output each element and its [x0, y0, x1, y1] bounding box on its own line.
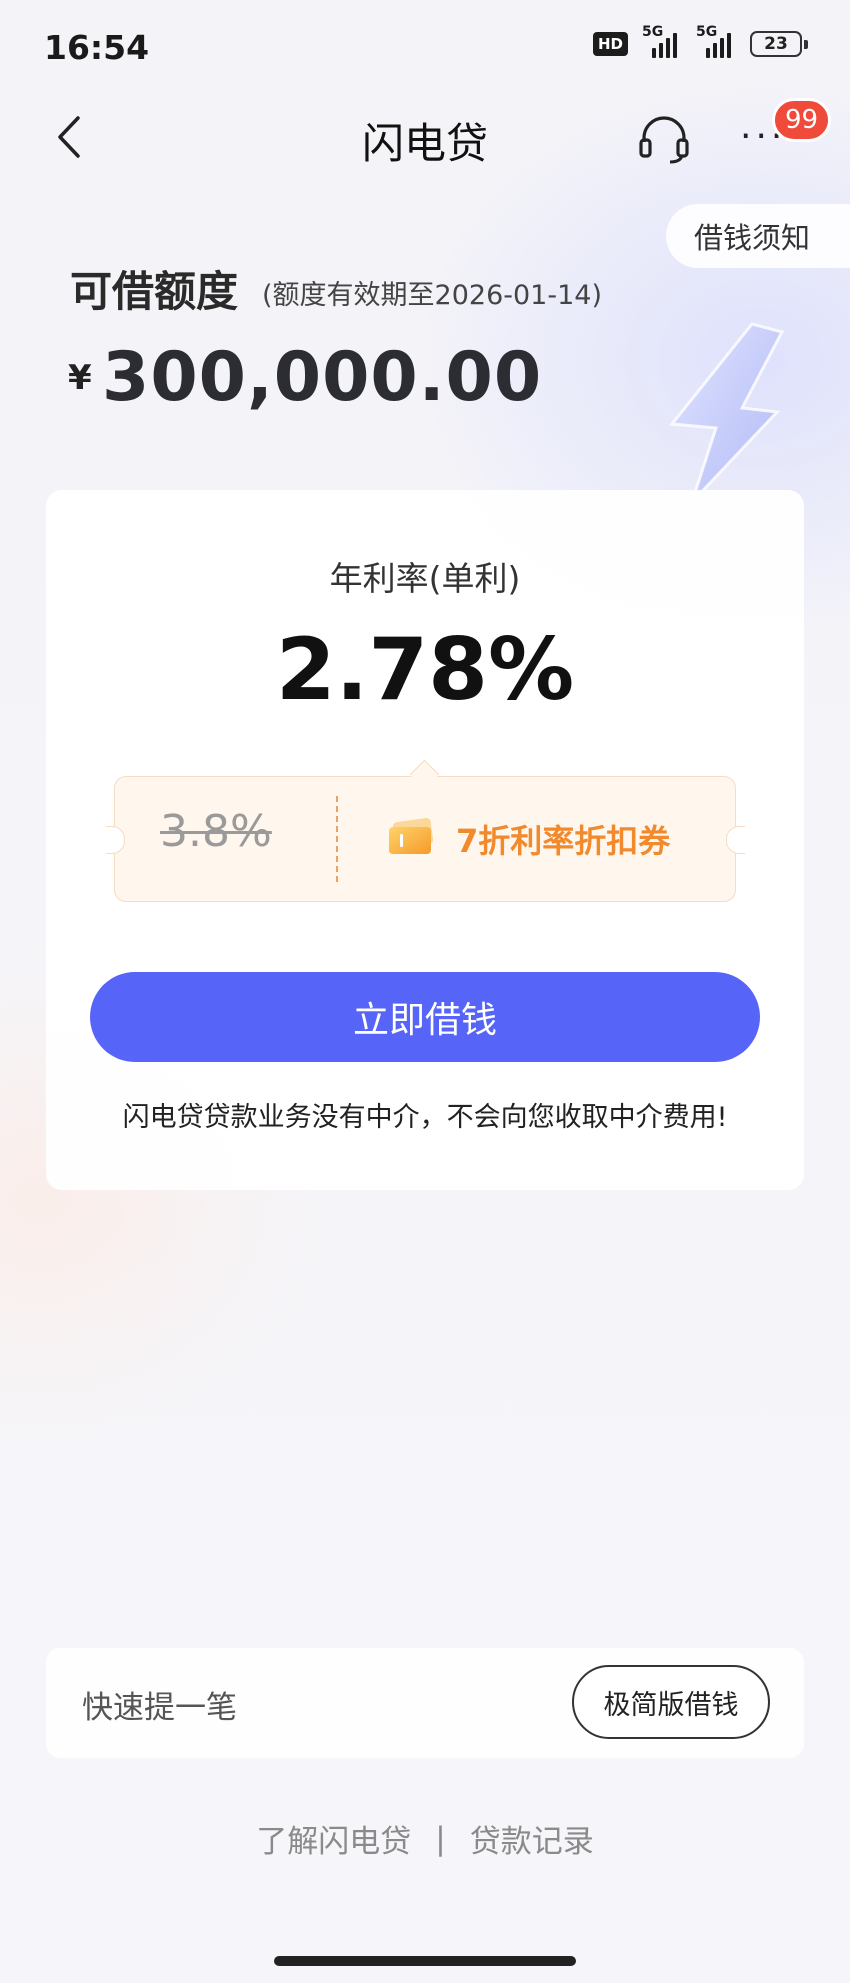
borrowing-notice-link[interactable]: 借钱须知 [666, 204, 850, 268]
coupon-notch [726, 826, 745, 854]
headset-icon [639, 116, 689, 164]
credit-validity: (额度有效期至2026-01-14) [262, 280, 602, 311]
credit-limit-title: 可借额度 [70, 267, 239, 316]
footer-links: 了解闪电贷 | 贷款记录 [0, 1816, 850, 1861]
currency-symbol: ¥ [68, 358, 92, 398]
hd-icon: HD [592, 32, 628, 56]
signal-icon: 5G [696, 24, 736, 58]
signal-icon: 5G [642, 24, 682, 58]
network-type-label: 5G [642, 24, 664, 40]
customer-service-button[interactable] [636, 112, 692, 166]
coupon-text: 7折利率折扣券 [456, 822, 671, 860]
page-title: 闪电贷 [361, 119, 488, 168]
original-rate: 3.8% [160, 806, 272, 857]
lightning-icon [669, 322, 785, 504]
notification-badge: 99 [772, 98, 832, 142]
annual-rate-label: 年利率(单利) [329, 559, 521, 598]
home-indicator[interactable] [274, 1956, 576, 1966]
borrow-now-button[interactable]: 立即借钱 [90, 972, 760, 1062]
footer-separator: | [435, 1820, 446, 1857]
credit-amount: 300,000.00 [102, 338, 543, 417]
quick-withdraw-label: 快速提一笔 [82, 1690, 237, 1726]
simple-borrow-button[interactable]: 极简版借钱 [572, 1665, 770, 1739]
coupon-divider [336, 796, 338, 882]
borrowing-notice-label: 借钱须知 [694, 221, 811, 255]
no-agent-disclaimer: 闪电贷贷款业务没有中介，不会向您收取中介费用! [122, 1102, 728, 1133]
battery-icon: 23 [750, 31, 808, 57]
loan-records-link[interactable]: 贷款记录 [470, 1816, 594, 1861]
about-link[interactable]: 了解闪电贷 [256, 1816, 411, 1861]
network-type-label: 5G [696, 24, 718, 40]
annual-rate-value: 2.78% [275, 620, 575, 720]
status-indicators: HD 5G 5G 23 [592, 24, 808, 58]
ticket-icon [389, 818, 434, 854]
status-time: 16:54 [44, 28, 150, 67]
